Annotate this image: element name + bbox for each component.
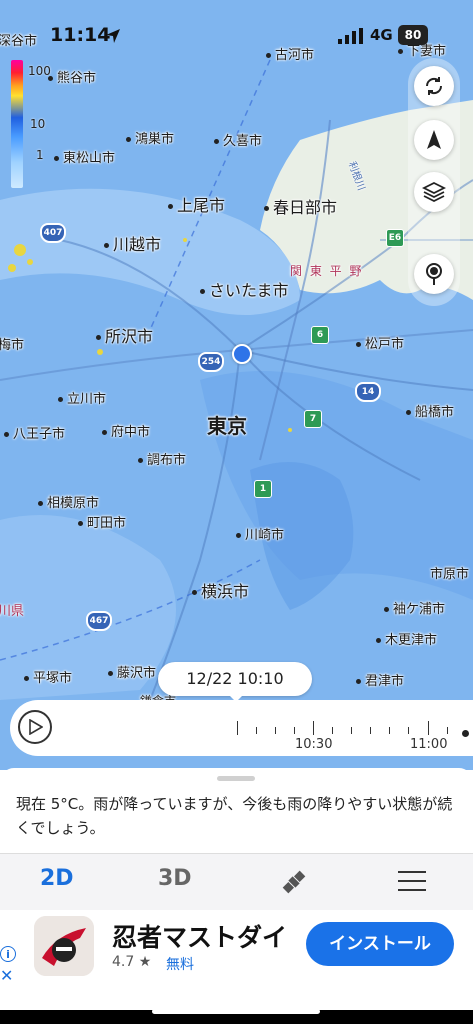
place-hachioji: 八王子市 — [4, 423, 65, 442]
tab-2d[interactable]: 2D — [40, 866, 74, 891]
expressway-7-shield: 7 — [304, 410, 322, 428]
place-kawasaki: 川崎市 — [236, 524, 284, 543]
route-14-shield: 14 — [355, 382, 381, 402]
menu-icon[interactable] — [398, 869, 428, 893]
legend-label-10: 10 — [30, 117, 46, 131]
place-fujisawa: 藤沢市 — [108, 662, 156, 681]
ad-close-icon[interactable]: ✕ — [0, 966, 13, 985]
place-higashimatsuyama: 東松山市 — [54, 147, 115, 166]
place-kisarazu: 木更津市 — [376, 629, 437, 648]
timeline-tick — [351, 727, 352, 734]
route-467-shield: 467 — [86, 611, 112, 631]
tab-3d[interactable]: 3D — [158, 866, 192, 891]
timeline-label-1030: 10:30 — [295, 737, 333, 752]
place-saitama: さいたま市 — [200, 277, 289, 301]
timeline-tick — [294, 727, 295, 734]
ad-app-title: 忍者マストダイ — [112, 923, 288, 952]
timeline-tick — [370, 727, 371, 734]
route-407-shield: 407 — [40, 223, 66, 243]
place-chofu: 調布市 — [138, 449, 186, 468]
forecast-sheet[interactable]: 現在 5°C。雨が降っていますが、今後も雨の降りやすい状態が続くでしょう。 — [0, 768, 473, 853]
status-time: 11:14 — [50, 24, 111, 46]
install-button[interactable]: インストール — [306, 922, 454, 966]
place-hiratsuka: 平塚市 — [24, 667, 72, 686]
timeline-tick — [428, 721, 429, 735]
place-yokohama: 横浜市 — [192, 578, 249, 602]
refresh-icon — [425, 77, 443, 95]
timeline-tick — [256, 727, 257, 734]
ad-app-rating: 4.7 ★ — [112, 954, 152, 970]
layers-icon — [422, 181, 446, 203]
place-ome: 梅市 — [0, 338, 25, 353]
rain-radar-map[interactable]: 100 10 1 深谷市 熊谷市 古河市 下妻市 鴻巣市 久喜市 東松山市 上尾… — [0, 0, 473, 770]
place-tokorozawa: 所沢市 — [96, 323, 153, 347]
map-pin-icon — [426, 263, 442, 285]
timeline-tick — [408, 727, 409, 734]
current-location-dot — [232, 344, 252, 364]
timeline-slider[interactable]: 10:30 11:00 — [10, 700, 473, 756]
place-kawagoe: 川越市 — [104, 231, 161, 255]
precipitation-legend — [11, 60, 23, 188]
forecast-text: 現在 5°C。雨が降っていますが、今後も雨の降りやすい状態が続くでしょう。 — [16, 795, 453, 837]
place-fuchu: 府中市 — [102, 421, 150, 440]
timeline-tick — [313, 721, 314, 735]
satellite-icon[interactable] — [278, 866, 310, 898]
route-254-shield: 254 — [198, 352, 224, 372]
place-sagamihara: 相模原市 — [38, 492, 99, 511]
place-kumagaya: 熊谷市 — [48, 67, 96, 86]
place-kasukabe: 春日部市 — [264, 194, 337, 218]
ad-app-price: 無料 — [166, 957, 194, 973]
play-icon — [29, 719, 43, 735]
place-ichihara: 市原市 — [430, 567, 470, 582]
place-machida: 町田市 — [78, 512, 126, 531]
ad-app-icon — [34, 916, 94, 976]
sheet-grabber[interactable] — [217, 776, 255, 781]
timeline-tick — [237, 721, 238, 735]
place-funabashi: 船橋市 — [406, 401, 454, 420]
map-background — [0, 59, 473, 701]
ad-banner[interactable]: i ✕ 忍者マストダイ 4.7 ★ 無料 インストール — [0, 910, 473, 1010]
label-kanto-plain: 関 東 平 野 — [290, 264, 364, 278]
place-ageo: 上尾市 — [168, 192, 225, 216]
place-kimitsu: 君津市 — [356, 670, 404, 689]
network-type: 4G — [370, 26, 393, 44]
ninja-app-icon — [34, 916, 94, 976]
location-arrow-icon — [427, 130, 441, 149]
point-forecast-button[interactable] — [414, 254, 454, 294]
timeline-label-1100: 11:00 — [410, 737, 448, 752]
expressway-1-shield: 1 — [254, 480, 272, 498]
place-tokyo: 東京 — [207, 414, 247, 438]
play-button[interactable] — [18, 710, 52, 744]
place-konosu: 鴻巣市 — [126, 128, 174, 147]
ad-info-icon[interactable]: i — [0, 946, 16, 962]
timeline-end-marker — [462, 730, 469, 737]
timeline-tick — [389, 727, 390, 734]
place-kanagawa: 川県 — [0, 604, 25, 619]
timeline-tick — [447, 727, 448, 734]
legend-label-1: 1 — [36, 148, 44, 162]
battery-indicator: 80 — [398, 25, 428, 45]
expressway-6-shield: 6 — [311, 326, 329, 344]
cellular-signal-icon — [338, 28, 363, 44]
timeline-tick — [332, 727, 333, 734]
timeline-tick — [275, 727, 276, 734]
place-tachikawa: 立川市 — [58, 388, 106, 407]
home-indicator[interactable] — [152, 1009, 320, 1014]
view-tab-bar: 2D 3D — [0, 853, 473, 910]
place-kuki: 久喜市 — [214, 130, 262, 149]
expressway-e6-shield: E6 — [386, 229, 404, 247]
place-sodegaura: 袖ケ浦市 — [384, 598, 445, 617]
layers-button[interactable] — [414, 172, 454, 212]
status-bar: 11:14 4G 80 — [0, 0, 473, 62]
timeline-current-time: 12/22 10:10 — [158, 662, 312, 702]
place-matsudo: 松戸市 — [356, 333, 404, 352]
refresh-button[interactable] — [414, 66, 454, 106]
current-location-button[interactable] — [414, 120, 454, 160]
location-services-icon — [106, 29, 120, 43]
